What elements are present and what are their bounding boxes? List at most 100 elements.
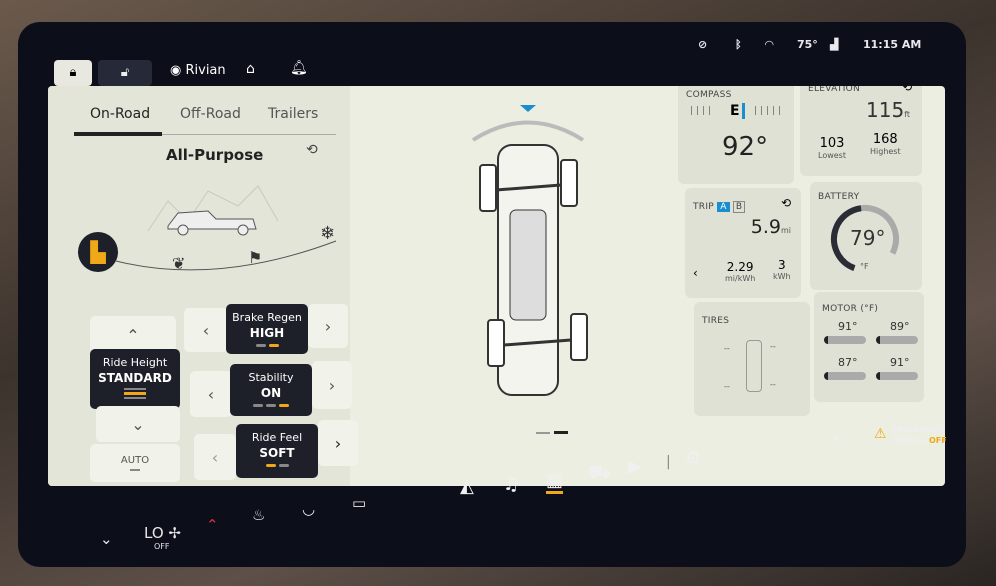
bell-icon[interactable]: 🔔︎ bbox=[290, 60, 308, 76]
stability-next-button[interactable]: › bbox=[312, 361, 352, 409]
outside-temperature: 75° bbox=[797, 38, 818, 51]
battery-card: BATTERY 79° °F bbox=[810, 182, 922, 290]
battery-unit: °F bbox=[860, 262, 869, 271]
seat-heat-icon[interactable]: ♨ bbox=[252, 506, 265, 524]
fan-state: OFF bbox=[154, 542, 170, 551]
page-dot[interactable] bbox=[536, 432, 550, 434]
bluetooth-icon: ᛒ bbox=[735, 38, 742, 51]
chevron-up-icon[interactable]: ⌃ bbox=[206, 516, 219, 534]
elevation-highest: 168 Highest bbox=[870, 132, 901, 156]
ride-feel-value: SOFT bbox=[259, 446, 295, 460]
auto-button[interactable]: AUTO bbox=[90, 444, 180, 482]
profile-name: Rivian bbox=[185, 63, 226, 78]
volume-icon[interactable]: 🔈︎ bbox=[834, 430, 842, 446]
tires-vehicle-icon bbox=[746, 340, 762, 392]
compass-heading: 92° bbox=[722, 132, 769, 162]
stability-prev-button[interactable]: ‹ bbox=[190, 371, 232, 417]
motor-temp: 91° bbox=[890, 356, 910, 369]
mode-arc bbox=[115, 240, 337, 271]
drive-mode-panel: On-Road Off-Road Trailers All-Purpose ⟲ … bbox=[48, 86, 358, 486]
trip-efficiency: 2.29 mi/kWh bbox=[725, 260, 756, 283]
ride-height-label: Ride Height bbox=[102, 356, 168, 369]
reset-icon[interactable]: ⟲ bbox=[306, 142, 318, 158]
motor-temp: 89° bbox=[890, 320, 910, 333]
brake-regen-display: Brake Regen HIGH bbox=[226, 304, 308, 354]
motor-temp: 91° bbox=[838, 320, 858, 333]
airbag-icon: ⚠ bbox=[874, 426, 887, 442]
vehicle-chassis-diagram bbox=[471, 105, 588, 396]
navigation-icon[interactable]: ◭ bbox=[460, 476, 474, 497]
ride-feel-next-button[interactable]: › bbox=[318, 420, 358, 466]
page-dot-active[interactable] bbox=[554, 431, 568, 434]
profile-icon: ◉ bbox=[170, 63, 182, 78]
compass-direction: E bbox=[730, 103, 745, 119]
trip-prev-icon[interactable]: ‹ bbox=[693, 266, 698, 280]
stability-value: ON bbox=[260, 386, 282, 400]
ride-feel-label: Ride Feel bbox=[251, 431, 303, 444]
lock-icon: 🔒︎ bbox=[69, 65, 77, 80]
tires-card: TIRES -- -- -- -- bbox=[694, 302, 810, 416]
front-indicator-icon bbox=[520, 105, 536, 112]
mode-title: All-Purpose bbox=[166, 146, 264, 164]
battery-label: BATTERY bbox=[818, 192, 860, 202]
reset-icon[interactable]: ⟲ bbox=[902, 86, 912, 94]
trip-header: TRIP A B bbox=[693, 201, 746, 213]
front-defrost-icon[interactable]: ◡ bbox=[302, 500, 315, 518]
elevation-label: ELEVATION bbox=[808, 86, 861, 94]
tire-front-left: -- bbox=[724, 344, 730, 353]
ride-height-down-button[interactable]: ⌄ bbox=[96, 406, 180, 442]
tab-trailers[interactable]: Trailers bbox=[268, 106, 318, 122]
compass-card: COMPASS |||| E ||||| 92° bbox=[678, 86, 794, 184]
ride-feel-display: Ride Feel SOFT bbox=[236, 424, 318, 478]
fan-control[interactable]: LO ✢ OFF bbox=[144, 524, 181, 551]
compass-ticks-right: ||||| bbox=[754, 106, 785, 116]
ride-feel-prev-button[interactable]: ‹ bbox=[194, 434, 236, 480]
camera-icon[interactable]: ▶ bbox=[628, 456, 642, 477]
lock-button[interactable]: 🔒︎ bbox=[54, 60, 92, 86]
leaf-icon[interactable]: ❦ bbox=[172, 254, 185, 273]
car-icon[interactable]: ⛟ bbox=[588, 462, 611, 486]
tires-label: TIRES bbox=[702, 316, 730, 326]
reset-icon[interactable]: ⟲ bbox=[781, 196, 791, 210]
brake-regen-label: Brake Regen bbox=[232, 311, 302, 324]
vehicle-chassis-icon[interactable]: ▦ bbox=[546, 470, 564, 494]
music-icon[interactable]: ♫ bbox=[503, 474, 519, 495]
motor-temp-bar bbox=[824, 372, 866, 380]
trip-b-button[interactable]: B bbox=[732, 201, 746, 213]
unlock-icon: 🔓︎ bbox=[120, 65, 130, 80]
snowflake-icon[interactable]: ❄ bbox=[320, 223, 335, 244]
compass-ticks-left: |||| bbox=[690, 106, 715, 116]
wifi-icon: ◠ bbox=[765, 38, 774, 51]
elevation-lowest: 103 Lowest bbox=[818, 136, 846, 160]
tab-off-road[interactable]: Off-Road bbox=[180, 106, 241, 122]
brake-regen-next-button[interactable]: › bbox=[308, 304, 348, 348]
tire-rear-right: -- bbox=[770, 380, 776, 389]
motor-temp-bar bbox=[876, 372, 918, 380]
passenger-airbag-status: PASSENGER AIRBAG OFF bbox=[892, 425, 947, 445]
settings-icon[interactable]: ⚙ bbox=[685, 448, 701, 469]
motor-temp-bar bbox=[824, 336, 866, 344]
location-off-icon: ⊘ bbox=[698, 38, 708, 51]
motor-card: MOTOR (°F) 91° 89° 87° 91° bbox=[814, 292, 924, 402]
motor-temp: 87° bbox=[838, 356, 858, 369]
unlock-button[interactable]: 🔓︎ bbox=[98, 60, 152, 86]
main-screen: On-Road Off-Road Trailers All-Purpose ⟲ … bbox=[48, 86, 945, 486]
tire-front-right: -- bbox=[770, 342, 776, 351]
clock: 11:15 AM bbox=[863, 38, 922, 51]
brake-regen-prev-button[interactable]: ‹ bbox=[184, 308, 228, 352]
chevron-down-icon[interactable]: ⌄ bbox=[100, 530, 113, 548]
trip-card: TRIP A B ⟲ 5.9mi ‹ 2.29 mi/kWh 3 kWh bbox=[685, 188, 801, 298]
tire-rear-left: -- bbox=[724, 382, 730, 391]
signal-icon: ▟ bbox=[830, 38, 839, 51]
garage-icon[interactable]: ⌂ bbox=[246, 61, 255, 77]
tab-on-road[interactable]: On-Road bbox=[90, 106, 150, 122]
trip-a-button[interactable]: A bbox=[717, 202, 730, 212]
trip-energy: 3 kWh bbox=[773, 258, 791, 281]
ride-height-value: STANDARD bbox=[98, 371, 172, 385]
fan-speed: LO bbox=[144, 524, 164, 542]
motor-temp-bar bbox=[876, 336, 918, 344]
rear-defrost-icon[interactable]: ▭ bbox=[352, 494, 366, 512]
flag-icon[interactable]: ⚑ bbox=[248, 248, 262, 267]
profile-button[interactable]: ◉ Rivian bbox=[170, 63, 226, 78]
road-icon[interactable]: ▙ bbox=[78, 232, 118, 272]
